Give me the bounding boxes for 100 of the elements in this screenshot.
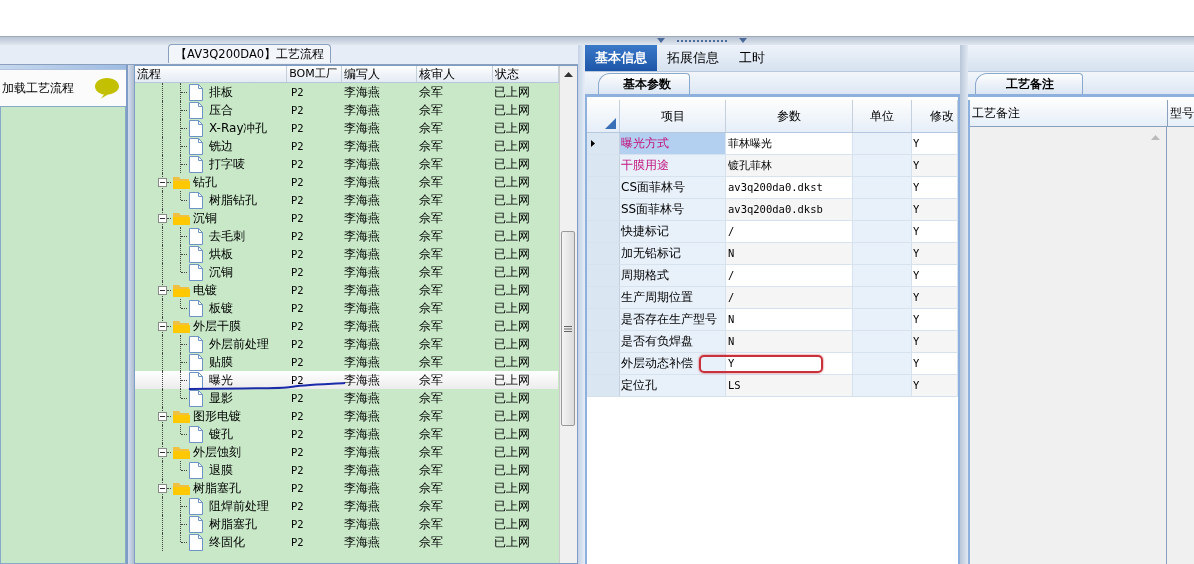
collapse-icon[interactable] [158,322,167,331]
tree-row[interactable]: X-Ray冲孔 P2 李海燕 佘军 已上网 [135,119,558,137]
column-header[interactable]: 单位 [853,100,912,132]
splitter[interactable] [128,65,134,564]
tree-row[interactable]: 压合 P2 李海燕 佘军 已上网 [135,101,558,119]
column-header[interactable]: 参数 [726,100,853,132]
row-header-cell[interactable] [587,243,620,264]
table-cell: av3q200da0.dkst [726,177,853,198]
tab[interactable]: 拓展信息 [657,45,729,71]
splitter-grip-icon[interactable] [657,38,747,44]
table-cell [853,353,912,374]
collapse-icon[interactable] [158,484,167,493]
grid-row[interactable]: 曝光方式 菲林曝光 Y [587,133,958,155]
table-cell: Y [912,133,958,154]
collapse-icon[interactable] [158,412,167,421]
folder-icon [173,283,190,297]
grid-row[interactable]: SS面菲林号 av3q200da0.dksb Y [587,199,958,221]
tree-row[interactable]: 显影 P2 李海燕 佘军 已上网 [135,389,558,407]
table-cell-text: P2 [290,463,305,478]
tree-row[interactable]: 去毛刺 P2 李海燕 佘军 已上网 [135,227,558,245]
collapse-icon[interactable] [158,178,167,187]
row-header-cell[interactable] [587,331,620,352]
table-cell-text: 佘军 [418,354,444,371]
scrollbar[interactable] [559,66,577,563]
document-icon [189,372,203,389]
tree-row[interactable]: 树脂塞孔 P2 李海燕 佘军 已上网 [135,515,558,533]
row-header-cell[interactable] [587,309,620,330]
scroll-thumb[interactable] [561,231,575,426]
grid-row[interactable]: 定位孔 LS Y [587,375,958,397]
grid-row[interactable]: CS面菲林号 av3q200da0.dkst Y [587,177,958,199]
table-cell-text: P2 [290,175,305,190]
column-header[interactable]: 项目 [620,100,726,132]
table-cell-text: P2 [290,409,305,424]
document-icon [189,534,203,551]
table-cell-text: P2 [290,445,305,460]
column-header[interactable]: 修改 [912,100,958,132]
collapse-icon[interactable] [158,448,167,457]
table-cell: Y [912,199,958,220]
tree-row[interactable]: 烘板 P2 李海燕 佘军 已上网 [135,245,558,263]
tree-row[interactable]: 阻焊前处理 P2 李海燕 佘军 已上网 [135,497,558,515]
tree-row[interactable]: 退膜 P2 李海燕 佘军 已上网 [135,461,558,479]
table-cell-text: P2 [290,481,305,496]
row-header-cell[interactable] [587,133,620,154]
tree-row[interactable]: 板镀 P2 李海燕 佘军 已上网 [135,299,558,317]
scroll-up-icon[interactable] [564,72,573,77]
column-header[interactable]: 核审人 [417,66,493,82]
tree-row[interactable]: 排板 P2 李海燕 佘军 已上网 [135,83,558,101]
row-header-cell[interactable] [587,375,620,396]
tree-row[interactable]: 打字唛 P2 李海燕 佘军 已上网 [135,155,558,173]
tree-row[interactable]: 图形电镀 P2 李海燕 佘军 已上网 [135,407,558,425]
column-header[interactable]: 工艺备注 [970,100,1168,126]
column-header[interactable]: BOM工厂 [287,66,342,82]
speech-bubble-icon[interactable] [94,77,120,99]
tree-row[interactable]: 外层前处理 P2 李海燕 佘军 已上网 [135,335,558,353]
tab[interactable]: 工艺备注 [975,73,1083,94]
tree-row[interactable]: 树脂钻孔 P2 李海燕 佘军 已上网 [135,191,558,209]
tree-node-label: 钻孔 [193,174,217,191]
grid-row[interactable]: 生产周期位置 / Y [587,287,958,309]
grid-row[interactable]: 外层动态补偿 Y Y [587,353,958,375]
tab[interactable]: 基本信息 [585,45,657,71]
collapse-icon[interactable] [158,286,167,295]
tree-row[interactable]: 镀孔 P2 李海燕 佘军 已上网 [135,425,558,443]
grid-row[interactable]: 快捷标记 / Y [587,221,958,243]
collapse-icon[interactable] [158,214,167,223]
table-cell: N [726,309,853,330]
tab[interactable]: 基本参数 [598,73,690,94]
panel-title: 加载工艺流程 [2,79,74,97]
column-header[interactable]: 流程 [135,66,288,82]
row-header-cell[interactable] [587,155,620,176]
row-header-cell[interactable] [587,221,620,242]
tree-row[interactable]: 铣边 P2 李海燕 佘军 已上网 [135,137,558,155]
splitter[interactable] [960,45,968,564]
table-cell-text: 李海燕 [343,336,381,353]
tree-node-label: X-Ray冲孔 [209,120,268,137]
grid-row[interactable]: 加无铅标记 N Y [587,243,958,265]
table-cell: Y [912,221,958,242]
tree-row[interactable]: 终固化 P2 李海燕 佘军 已上网 [135,533,558,551]
row-header-cell[interactable] [587,353,620,374]
flow-tab[interactable]: 【AV3Q200DA0】工艺流程 [168,44,332,63]
tree-row[interactable]: 电镀 P2 李海燕 佘军 已上网 [135,281,558,299]
column-header[interactable]: 型号 [1168,100,1194,126]
row-header-cell[interactable] [587,199,620,220]
tree-row[interactable]: 外层蚀刻 P2 李海燕 佘军 已上网 [135,443,558,461]
row-header-cell[interactable] [587,287,620,308]
grid-row[interactable]: 是否存在生产型号 N Y [587,309,958,331]
tree-row[interactable]: 外层干膜 P2 李海燕 佘军 已上网 [135,317,558,335]
tab[interactable]: 工时 [729,45,775,71]
row-header-cell[interactable] [587,177,620,198]
column-header[interactable]: 编写人 [341,66,418,82]
grid-row[interactable]: 周期格式 / Y [587,265,958,287]
tree-row[interactable]: 钻孔 P2 李海燕 佘军 已上网 [135,173,558,191]
grid-row[interactable]: 是否有负焊盘 N Y [587,331,958,353]
item-label: 是否有负焊盘 [621,334,693,348]
row-header-cell[interactable] [587,265,620,286]
tree-row[interactable]: 沉铜 P2 李海燕 佘军 已上网 [135,209,558,227]
tree-row[interactable]: 树脂塞孔 P2 李海燕 佘军 已上网 [135,479,558,497]
tree-row[interactable]: 沉铜 P2 李海燕 佘军 已上网 [135,263,558,281]
grid-row[interactable]: 干膜用途 镀孔菲林 Y [587,155,958,177]
item-label: 生产周期位置 [621,290,693,304]
tree-row[interactable]: 曝光 P2 李海燕 佘军 已上网 [135,371,558,389]
